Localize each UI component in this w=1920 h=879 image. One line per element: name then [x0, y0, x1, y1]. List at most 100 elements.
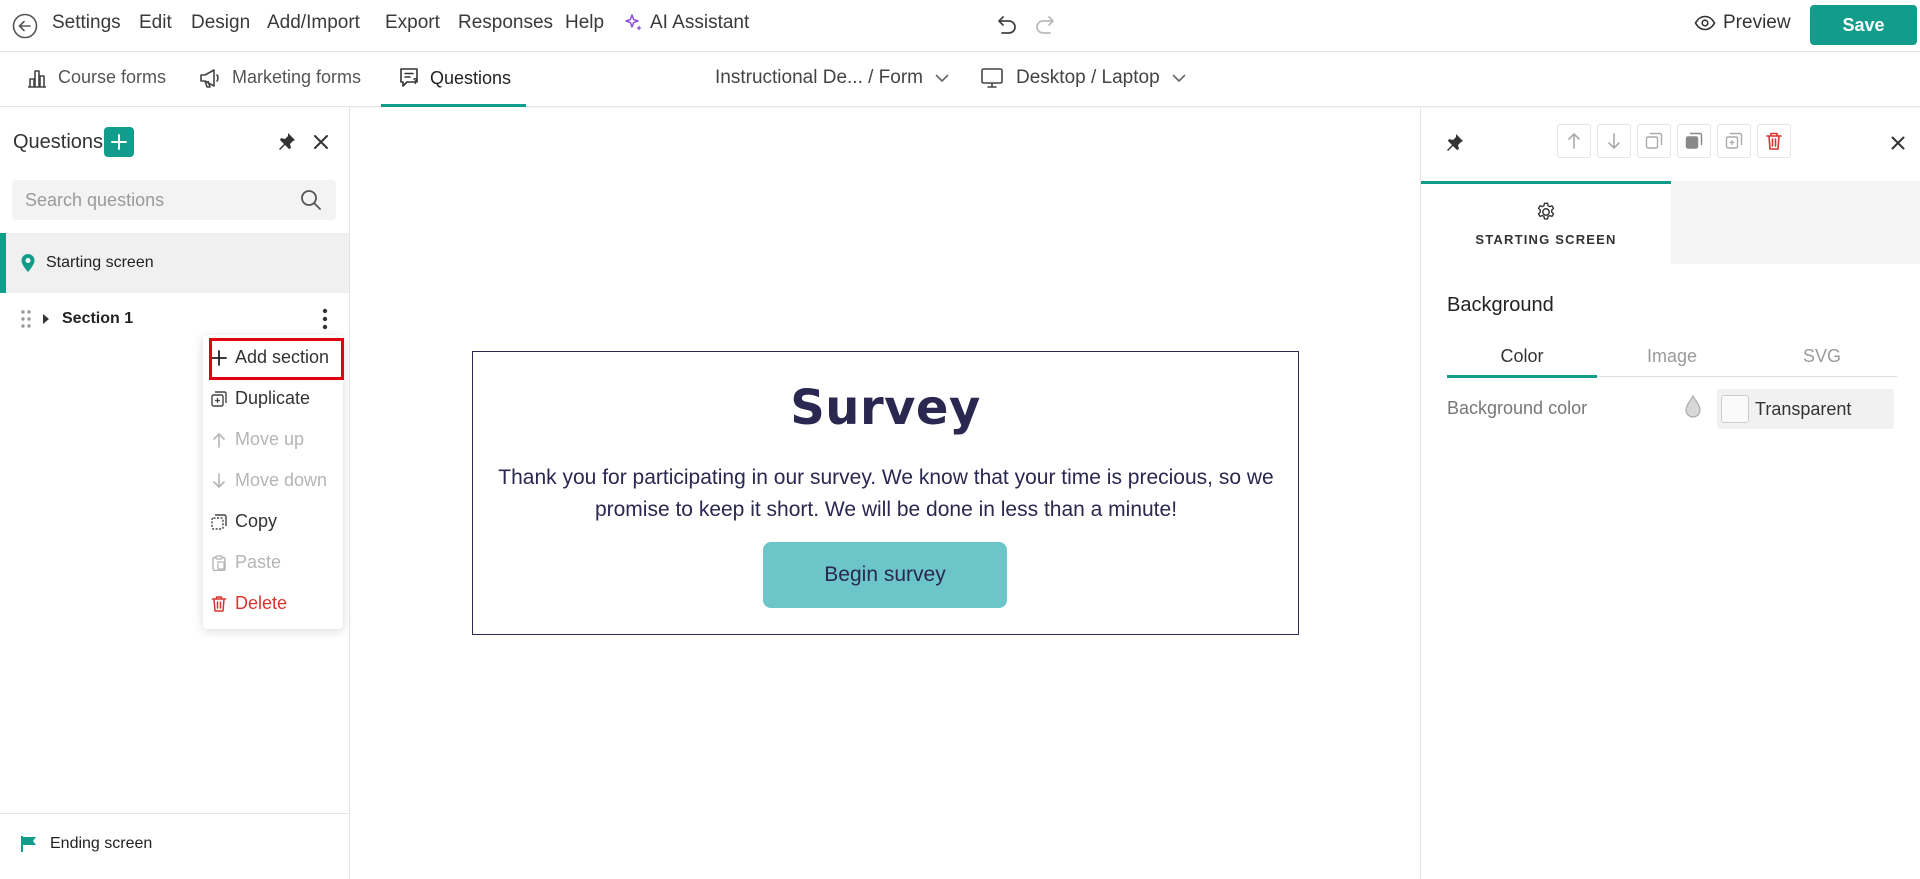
menu-add-import[interactable]: Add/Import — [267, 12, 360, 34]
move-down-menu-item[interactable]: Move down — [211, 470, 327, 491]
copy-icon[interactable] — [1637, 124, 1671, 158]
move-down-icon[interactable] — [1597, 124, 1631, 158]
delete-label: Delete — [235, 593, 288, 613]
ending-screen-label: Ending screen — [50, 834, 153, 852]
search-icon[interactable] — [300, 189, 322, 211]
move-up-menu-item[interactable]: Move up — [211, 429, 304, 450]
arrow-down-icon — [211, 472, 227, 489]
questions-panel-title: Questions — [13, 131, 104, 153]
color-drop-icon — [1683, 394, 1703, 420]
expand-caret-icon[interactable] — [42, 313, 50, 325]
subtab-color[interactable]: Color — [1447, 336, 1597, 376]
trash-icon — [211, 595, 227, 612]
clipboard-icon — [211, 554, 227, 571]
sparkle-icon — [624, 13, 644, 33]
add-question-button[interactable] — [104, 127, 134, 157]
menu-edit[interactable]: Edit — [139, 12, 172, 34]
bar-chart-icon — [26, 68, 48, 88]
tab-empty — [1671, 181, 1920, 264]
monitor-icon — [980, 67, 1004, 89]
background-color-value: Transparent — [1755, 398, 1852, 419]
add-section-highlight-box — [209, 338, 344, 380]
move-down-label: Move down — [235, 470, 328, 490]
subtab-image[interactable]: Image — [1597, 336, 1747, 376]
more-options-icon[interactable] — [322, 308, 328, 330]
begin-survey-button[interactable]: Begin survey — [763, 542, 1007, 608]
properties-panel: STARTING SCREEN Background Color Image S… — [1420, 108, 1920, 879]
preview-button[interactable]: Preview — [1694, 12, 1791, 34]
form-selector-label: Instructional De... / Form — [715, 67, 924, 88]
tab-marketing-forms-label: Marketing forms — [232, 67, 362, 87]
move-up-icon[interactable] — [1557, 124, 1591, 158]
starting-screen-label: Starting screen — [46, 254, 154, 271]
tab-questions[interactable]: Questions — [398, 67, 511, 89]
undo-icon[interactable] — [994, 14, 1018, 36]
trash-icon[interactable] — [1757, 124, 1791, 158]
back-arrow-icon[interactable] — [12, 13, 38, 39]
arrow-up-icon — [211, 432, 227, 448]
menu-export[interactable]: Export — [385, 12, 440, 34]
menu-help[interactable]: Help — [565, 12, 604, 34]
top-menu-bar: Settings Edit Design Add/Import Export R… — [0, 0, 1920, 52]
device-selector-dropdown[interactable]: Desktop / Laptop — [980, 67, 1186, 89]
ending-screen-item[interactable]: Ending screen — [0, 813, 349, 873]
chevron-down-icon — [935, 74, 949, 83]
close-icon[interactable] — [313, 134, 329, 150]
color-swatch — [1721, 395, 1749, 423]
duplicate-icon — [211, 390, 227, 407]
tab-marketing-forms[interactable]: Marketing forms — [198, 67, 361, 88]
pin-icon[interactable] — [275, 131, 297, 153]
starting-screen-item[interactable]: Starting screen — [0, 233, 349, 293]
device-selector-label: Desktop / Laptop — [1016, 67, 1160, 88]
gear-icon — [1537, 202, 1555, 220]
search-questions-box — [12, 180, 336, 220]
paste-menu-item[interactable]: Paste — [211, 552, 281, 573]
search-input[interactable] — [12, 180, 292, 220]
pin-icon[interactable] — [1443, 132, 1465, 154]
tab-course-forms-label: Course forms — [58, 67, 167, 87]
paste-icon[interactable] — [1677, 124, 1711, 158]
map-pin-icon — [20, 253, 36, 273]
delete-menu-item[interactable]: Delete — [211, 593, 287, 614]
menu-responses[interactable]: Responses — [458, 12, 553, 34]
subtab-active-indicator — [1447, 375, 1597, 378]
paste-label: Paste — [235, 552, 282, 572]
background-color-picker[interactable]: Transparent — [1717, 389, 1894, 429]
subtab-svg[interactable]: SVG — [1747, 336, 1897, 376]
tab-course-forms[interactable]: Course forms — [26, 67, 166, 88]
redo-icon[interactable] — [1034, 14, 1058, 36]
menu-ai-assistant[interactable]: AI Assistant — [624, 12, 749, 34]
menu-design[interactable]: Design — [191, 12, 250, 34]
duplicate-icon[interactable] — [1717, 124, 1751, 158]
ai-assistant-label: AI Assistant — [650, 12, 750, 33]
chevron-down-icon — [1172, 74, 1186, 83]
survey-title: Survey — [790, 380, 981, 436]
copy-menu-item[interactable]: Copy — [211, 511, 277, 532]
plus-icon — [111, 134, 127, 150]
background-color-label: Background color — [1447, 398, 1588, 418]
tab-questions-label: Questions — [430, 67, 512, 88]
tab-starting-screen-label: STARTING SCREEN — [1475, 232, 1617, 247]
duplicate-label: Duplicate — [235, 388, 311, 408]
form-selector-dropdown[interactable]: Instructional De... / Form — [715, 67, 949, 89]
move-up-label: Move up — [235, 429, 305, 449]
question-chat-icon — [398, 67, 420, 89]
copy-label: Copy — [235, 511, 278, 531]
copy-icon — [211, 513, 227, 530]
survey-description: Thank you for participating in our surve… — [498, 466, 1274, 521]
section-1-label: Section 1 — [62, 310, 134, 327]
megaphone-icon — [198, 68, 222, 88]
survey-start-card[interactable]: Survey Thank you for participating in ou… — [472, 351, 1299, 635]
duplicate-menu-item[interactable]: Duplicate — [211, 388, 310, 409]
eye-icon — [1694, 15, 1716, 31]
preview-label: Preview — [1723, 12, 1791, 33]
tab-bar: Course forms Marketing forms Questions I… — [0, 53, 1920, 107]
background-heading: Background — [1447, 294, 1554, 316]
flag-icon — [20, 835, 38, 853]
save-button[interactable]: Save — [1810, 5, 1917, 45]
active-tab-indicator — [381, 104, 526, 107]
close-icon[interactable] — [1891, 136, 1905, 150]
menu-settings[interactable]: Settings — [52, 12, 121, 34]
tab-starting-screen[interactable]: STARTING SCREEN — [1421, 181, 1671, 264]
drag-handle-icon[interactable] — [20, 309, 32, 329]
